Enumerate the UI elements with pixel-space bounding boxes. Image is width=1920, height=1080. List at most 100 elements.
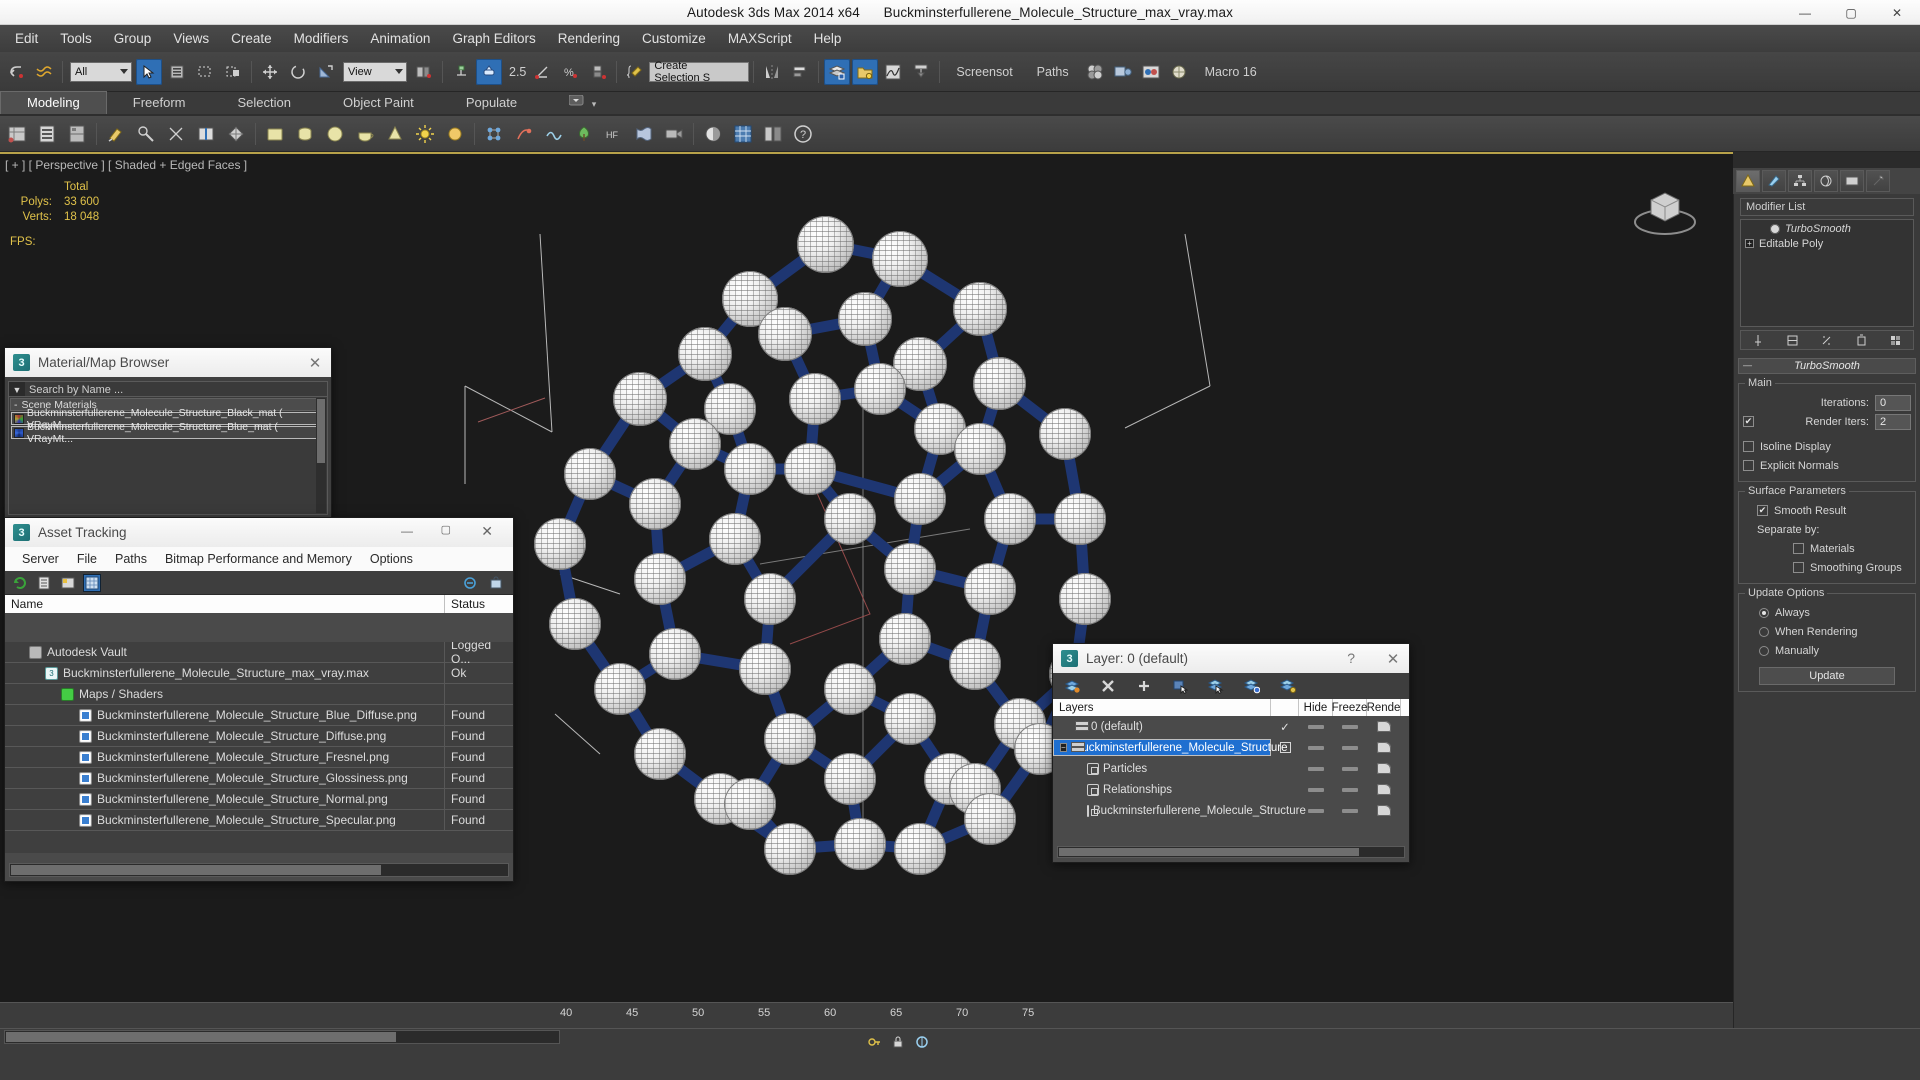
cone-primitive-icon[interactable] — [381, 120, 409, 148]
collapse-icon[interactable]: − — [1060, 743, 1067, 752]
asset-horizontal-scrollbar[interactable] — [9, 863, 509, 877]
material-editor-icon[interactable] — [1082, 59, 1108, 85]
atom-sphere[interactable] — [872, 231, 928, 287]
atom-sphere[interactable] — [634, 728, 686, 780]
table-row[interactable]: Buckminsterfullerene_Molecule_Structure — [1053, 800, 1409, 821]
vault-settings-icon[interactable] — [487, 574, 505, 592]
modifier-stack[interactable]: TurboSmooth + Editable Poly — [1740, 219, 1914, 327]
material-list-scrollbar[interactable] — [316, 398, 326, 513]
teapot-primitive-icon[interactable] — [351, 120, 379, 148]
select-and-move-icon[interactable] — [257, 59, 283, 85]
lock-selection-icon[interactable] — [889, 1033, 907, 1051]
atom-sphere[interactable] — [784, 443, 836, 495]
select-and-scale-icon[interactable] — [313, 59, 339, 85]
table-row[interactable]: Relationships — [1053, 779, 1409, 800]
column-header-freeze[interactable]: Freeze — [1332, 699, 1367, 716]
cloth-icon[interactable] — [630, 120, 658, 148]
atom-sphere[interactable] — [894, 473, 946, 525]
material-map-browser-window[interactable]: 3 Material/Map Browser ✕ ▼ Search by Nam… — [4, 347, 332, 519]
layer-table-body[interactable]: 0 (default) ✓ − Buckminsterfullerene_Mol… — [1053, 716, 1409, 821]
atom-sphere[interactable] — [1054, 493, 1106, 545]
render-shaded-icon[interactable] — [699, 120, 727, 148]
freeze-toggle-icon[interactable] — [1342, 766, 1358, 771]
update-button[interactable]: Update — [1759, 667, 1895, 685]
ribbon-tab-freeform[interactable]: Freeform — [107, 92, 212, 114]
rectangular-selection-region-icon[interactable] — [192, 59, 218, 85]
layer-horizontal-scrollbar[interactable] — [1057, 846, 1405, 858]
omni-light-icon[interactable] — [411, 120, 439, 148]
atom-sphere[interactable] — [973, 357, 1026, 410]
key-mode-icon[interactable] — [865, 1033, 883, 1051]
absolute-relative-mode-icon[interactable] — [913, 1033, 931, 1051]
table-row[interactable]: Buckminsterfullerene_Molecule_Structure_… — [5, 789, 513, 810]
atom-sphere[interactable] — [824, 753, 876, 805]
screenshot-label[interactable]: Screensot — [944, 65, 1024, 79]
column-header-render[interactable]: Rende — [1367, 699, 1401, 716]
stack-item-editable-poly[interactable]: + Editable Poly — [1742, 236, 1912, 251]
menu-item-views[interactable]: Views — [162, 27, 220, 50]
atom-sphere[interactable] — [949, 638, 1001, 690]
update-when-rendering-radio[interactable] — [1759, 626, 1769, 637]
delete-layer-icon[interactable] — [1099, 677, 1117, 695]
ribbon-tab-populate[interactable]: Populate — [440, 92, 543, 114]
help-icon[interactable]: ? — [1347, 650, 1355, 666]
atom-sphere[interactable] — [549, 598, 601, 650]
menu-item-graph-editors[interactable]: Graph Editors — [441, 27, 546, 50]
select-object-icon[interactable] — [136, 58, 162, 85]
freeze-toggle-icon[interactable] — [1342, 724, 1358, 729]
column-header-layers[interactable]: Layers — [1053, 699, 1271, 716]
menu-item-paths[interactable]: Paths — [106, 552, 156, 566]
atom-sphere[interactable] — [834, 818, 886, 870]
manage-scene-states-icon[interactable] — [759, 120, 787, 148]
add-selection-icon[interactable] — [1135, 677, 1153, 695]
pin-stack-icon[interactable] — [1749, 332, 1767, 348]
asset-tracking-title-bar[interactable]: 3 Asset Tracking — ▢ ✕ — [5, 518, 513, 547]
atom-sphere[interactable] — [1039, 408, 1091, 460]
atom-sphere[interactable] — [894, 823, 946, 875]
atom-sphere[interactable] — [854, 363, 906, 415]
table-row[interactable]: Buckminsterfullerene_Molecule_Structure_… — [5, 747, 513, 768]
vault-login-icon[interactable] — [461, 574, 479, 592]
menu-item-bitmap-performance[interactable]: Bitmap Performance and Memory — [156, 552, 361, 566]
close-button[interactable]: ✕ — [1874, 0, 1920, 25]
hierarchy-tab-icon[interactable] — [1788, 170, 1812, 192]
atom-sphere[interactable] — [629, 478, 681, 530]
sun-light-icon[interactable] — [441, 120, 469, 148]
edit-named-selection-sets-icon[interactable] — [622, 59, 648, 85]
modifier-list-dropdown[interactable]: Modifier List — [1740, 198, 1914, 216]
expand-icon[interactable]: + — [1745, 239, 1754, 248]
freeze-toggle-icon[interactable] — [1342, 808, 1358, 813]
menu-item-group[interactable]: Group — [103, 27, 163, 50]
ribbon-tab-modeling[interactable]: Modeling — [0, 91, 107, 114]
materials-checkbox[interactable] — [1793, 543, 1804, 554]
render-iters-checkbox[interactable] — [1743, 416, 1754, 427]
rollout-title[interactable]: TurboSmooth — [1738, 358, 1916, 374]
atom-sphere[interactable] — [824, 493, 876, 545]
motion-tab-icon[interactable] — [1814, 170, 1838, 192]
quick-slice-icon[interactable] — [132, 120, 160, 148]
render-toggle-icon[interactable] — [1377, 805, 1391, 816]
maximize-button[interactable]: ▢ — [1828, 0, 1874, 25]
mirror-icon[interactable] — [759, 59, 785, 85]
maximize-icon[interactable]: ▢ — [441, 523, 451, 536]
schematic-view-icon[interactable] — [908, 59, 934, 85]
swift-loop-icon[interactable] — [192, 120, 220, 148]
list-view-icon[interactable] — [35, 574, 53, 592]
cut-icon[interactable] — [162, 120, 190, 148]
menu-item-rendering[interactable]: Rendering — [547, 27, 631, 50]
atom-sphere[interactable] — [724, 778, 776, 830]
select-and-rotate-icon[interactable] — [285, 59, 311, 85]
atom-sphere[interactable] — [709, 513, 761, 565]
atom-sphere[interactable] — [984, 493, 1036, 545]
asset-tracking-icon[interactable] — [852, 58, 879, 85]
hair-and-fur-icon[interactable]: HF — [600, 120, 628, 148]
material-browser-title-bar[interactable]: 3 Material/Map Browser ✕ — [5, 348, 331, 377]
table-row[interactable]: Autodesk Vault Logged O... — [5, 642, 513, 666]
menu-item-server[interactable]: Server — [13, 552, 68, 566]
atom-sphere[interactable] — [797, 216, 854, 273]
foliage-icon[interactable] — [570, 120, 598, 148]
render-toggle-icon[interactable] — [1377, 763, 1391, 774]
refresh-icon[interactable] — [11, 574, 29, 592]
close-icon[interactable]: ✕ — [1383, 649, 1403, 669]
make-unique-icon[interactable] — [1818, 332, 1836, 348]
